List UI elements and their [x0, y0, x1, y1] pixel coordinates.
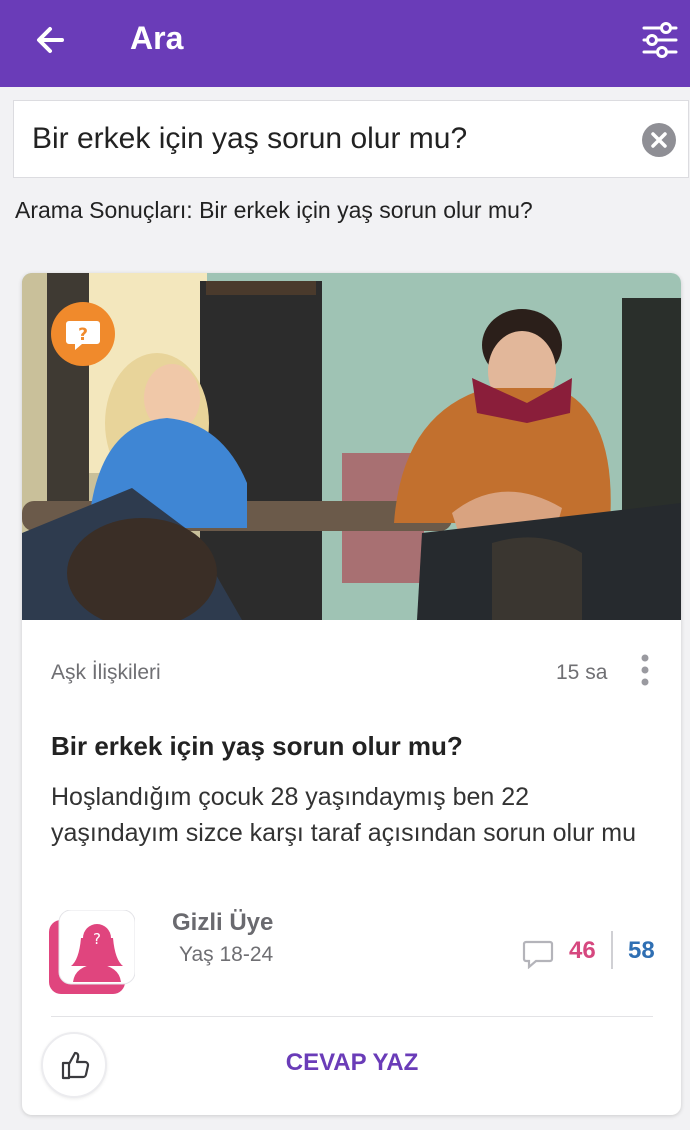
thumbs-up-icon: [61, 1051, 90, 1080]
views-count: 58: [628, 937, 655, 964]
author-name[interactable]: Gizli Üye: [172, 909, 273, 937]
more-vertical-icon: [641, 654, 649, 686]
like-button[interactable]: [41, 1032, 107, 1098]
comment-icon: [522, 940, 554, 969]
question-body: Hoşlandığım çocuk 28 yaşındaymış ben 22 …: [51, 783, 636, 847]
more-options-button[interactable]: [634, 653, 656, 687]
question-title[interactable]: Bir erkek için yaş sorun olur mu?: [51, 731, 463, 762]
filter-button[interactable]: [638, 18, 682, 62]
card-divider: [51, 1016, 653, 1017]
search-results-label: Arama Sonuçları: Bir erkek için yaş soru…: [15, 197, 533, 223]
svg-text:?: ?: [78, 325, 88, 345]
sliders-icon: [642, 22, 678, 58]
author-age: Yaş 18-24: [179, 943, 274, 966]
search-input[interactable]: [32, 101, 632, 177]
question-bubble-icon: ?: [66, 321, 100, 350]
back-button[interactable]: [28, 18, 74, 64]
question-image: [22, 273, 681, 620]
arrow-left-icon: [37, 27, 64, 53]
question-card[interactable]: ? Aşk İlişkileri 15 sa Bir erkek için ya…: [22, 273, 681, 1115]
avatar[interactable]: ?: [49, 909, 136, 994]
answers-count: 46: [569, 937, 596, 964]
page-title: Ara: [130, 20, 184, 56]
write-answer-button[interactable]: CEVAP YAZ: [222, 1049, 482, 1077]
anonymous-female-avatar-icon: ?: [49, 909, 136, 994]
app-bar: Ara: [0, 0, 690, 87]
stats-divider: [611, 931, 613, 969]
search-box: [13, 100, 689, 178]
close-circle-icon: [651, 132, 667, 148]
clear-search-button[interactable]: [642, 123, 676, 157]
post-time: 15 sa: [556, 661, 608, 684]
svg-text:?: ?: [93, 930, 101, 948]
category-label[interactable]: Aşk İlişkileri: [51, 661, 161, 685]
question-badge: ?: [51, 302, 115, 366]
